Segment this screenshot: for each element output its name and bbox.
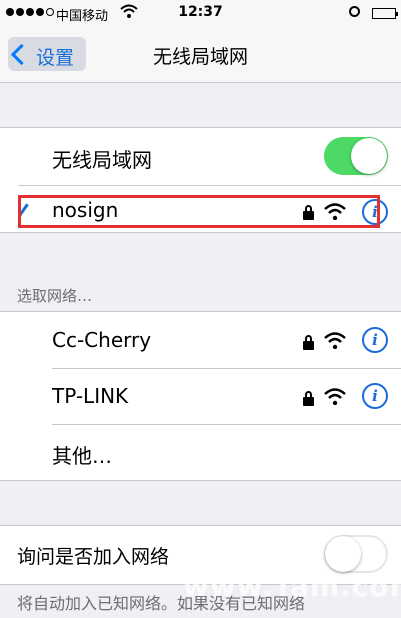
wifi-signal-icon (324, 332, 346, 349)
network-row[interactable]: TP-LINK i (0, 369, 401, 424)
watermark: www.Tam.com (183, 570, 401, 603)
battery-icon (372, 8, 398, 19)
network-name: Cc-Cherry (52, 328, 152, 352)
lock-icon (303, 391, 314, 406)
networks-group: Cc-Cherry i TP-LINK i 其他… (0, 311, 401, 481)
navigation-bar: 设置 无线局域网 (0, 28, 401, 83)
toggle-knob (351, 138, 387, 174)
network-name: TP-LINK (52, 384, 129, 408)
network-row[interactable]: Cc-Cherry i (0, 312, 401, 368)
toggle-knob (325, 536, 361, 572)
ask-to-join-toggle[interactable] (324, 535, 388, 573)
ask-to-join-label: 询问是否加入网络 (17, 546, 170, 568)
wifi-signal-icon (324, 388, 346, 405)
other-network-row[interactable]: 其他… (0, 425, 401, 480)
section-header-choose-network: 选取网络… (17, 287, 93, 305)
status-bar: 中国移动 12:37 (0, 0, 401, 28)
annotation-highlight (18, 195, 380, 228)
wifi-toggle-label: 无线局域网 (52, 148, 152, 172)
page-title: 无线局域网 (152, 46, 248, 68)
clock: 12:37 (178, 4, 223, 20)
wifi-toggle[interactable] (324, 137, 388, 175)
alarm-icon (349, 6, 360, 17)
info-icon[interactable]: i (362, 383, 388, 409)
other-network-label: 其他… (52, 444, 112, 468)
info-icon[interactable]: i (362, 327, 388, 353)
lock-icon (303, 335, 314, 350)
wifi-toggle-row: 无线局域网 (0, 128, 401, 185)
